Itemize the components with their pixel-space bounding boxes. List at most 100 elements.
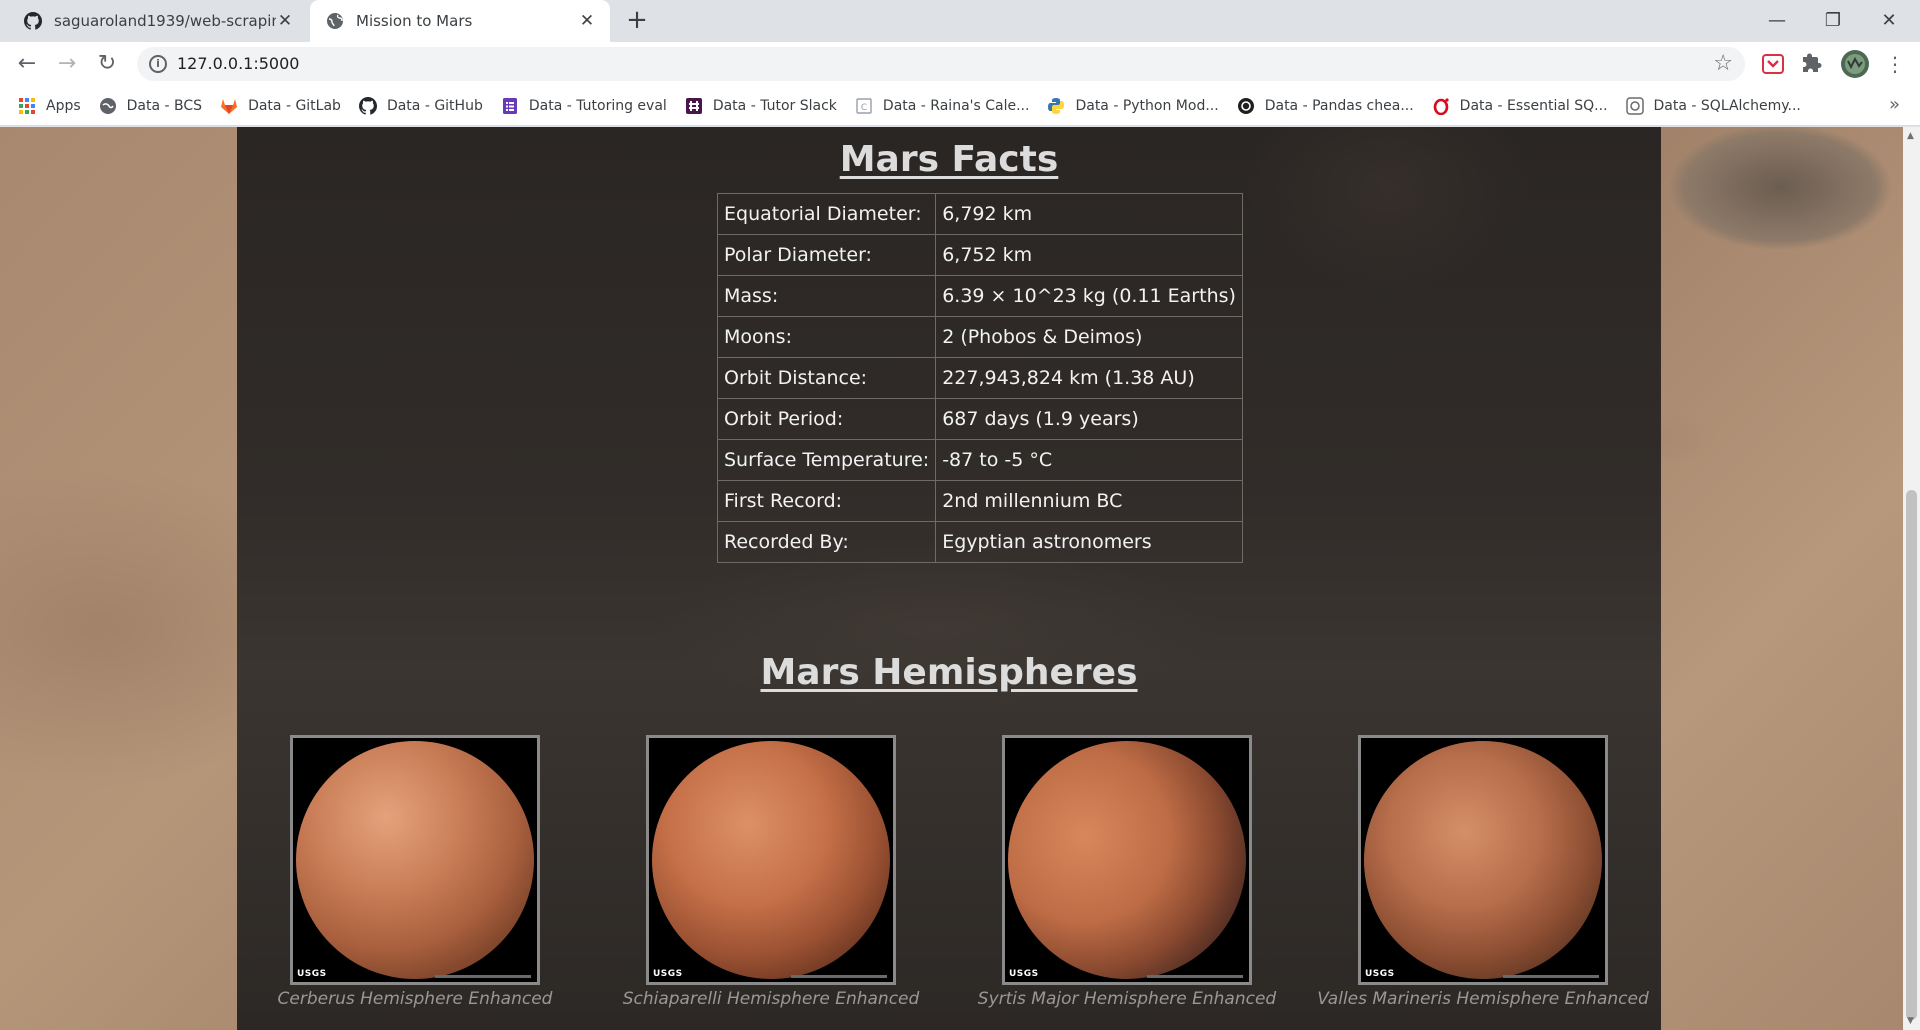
fact-value: 227,943,824 km (1.38 AU) <box>935 357 1243 399</box>
hemisphere-caption: Schiaparelli Hemisphere Enhanced <box>622 989 920 1009</box>
github-icon <box>24 12 42 30</box>
bookmark-sqlalchemy[interactable]: Data - SQLAlchemy... <box>1625 96 1801 115</box>
back-button[interactable]: ← <box>12 50 42 80</box>
bookmarks-bar: Apps Data - BCS Data - GitLab Data - Git… <box>0 86 1920 126</box>
bookmark-tutoring-eval[interactable]: Data - Tutoring eval <box>501 97 667 115</box>
bookmark-python-modules[interactable]: Data - Python Mod... <box>1047 97 1219 115</box>
python-icon <box>1048 97 1065 114</box>
fact-value: 6.39 × 10^23 kg (0.11 Earths) <box>935 275 1243 317</box>
bookmark-tutor-slack[interactable]: Data - Tutor Slack <box>685 97 837 115</box>
table-row: Recorded By: Egyptian astronomers <box>716 521 1243 563</box>
hemisphere-card-valles-marineris[interactable]: USGS Valles Marineris Hemisphere Enhance… <box>1317 735 1649 1009</box>
mars-facts-heading: Mars Facts <box>839 139 1059 180</box>
scroll-up-arrow-icon[interactable]: ▲ <box>1907 131 1914 141</box>
bookmark-label: Data - SQLAlchemy... <box>1653 97 1801 114</box>
hemisphere-card-cerberus[interactable]: USGS Cerberus Hemisphere Enhanced <box>278 735 552 1009</box>
mars-facts-table: Equatorial Diameter: 6,792 km Polar Diame… <box>716 193 1243 563</box>
restore-button[interactable]: ❐ <box>1813 6 1853 36</box>
bookmark-star-icon[interactable]: ☆ <box>1713 51 1733 76</box>
forward-button[interactable]: → <box>52 50 82 80</box>
address-bar[interactable]: i 127.0.0.1:5000 ☆ <box>137 47 1745 81</box>
new-tab-button[interactable]: + <box>622 6 652 36</box>
mars-globe-image <box>296 741 534 979</box>
table-row: Orbit Distance: 227,943,824 km (1.38 AU) <box>716 357 1243 399</box>
image-credit-line <box>1503 975 1599 978</box>
fact-label: Mass: <box>716 275 937 317</box>
extensions-puzzle-icon[interactable] <box>1800 51 1826 77</box>
table-row: Moons: 2 (Phobos & Deimos) <box>716 316 1243 358</box>
pandas-icon <box>1237 97 1254 114</box>
bookmark-label: Data - BCS <box>126 97 203 114</box>
table-row: Mass: 6.39 × 10^23 kg (0.11 Earths) <box>716 275 1243 317</box>
fact-value: Egyptian astronomers <box>935 521 1243 563</box>
bookmark-pandas-cheatsheet[interactable]: Data - Pandas chea... <box>1237 97 1414 115</box>
fact-label: Orbit Distance: <box>716 357 937 399</box>
fact-value: 6,792 km <box>935 193 1243 235</box>
hemisphere-image[interactable]: USGS <box>290 735 540 985</box>
usgs-logo: USGS <box>653 969 683 979</box>
hemisphere-image[interactable]: USGS <box>1002 735 1252 985</box>
fact-value: 6,752 km <box>935 234 1243 276</box>
page-viewport: Mars Facts Equatorial Diameter: 6,792 km … <box>0 127 1920 1030</box>
bookmark-gitlab[interactable]: Data - GitLab <box>220 97 341 115</box>
bookmark-label: Apps <box>46 97 81 114</box>
bookmark-label: Data - Raina's Cale... <box>882 97 1030 114</box>
reload-button[interactable]: ↻ <box>92 50 122 80</box>
bookmark-label: Data - GitHub <box>386 97 483 114</box>
github-icon <box>358 96 377 115</box>
site-info-icon[interactable]: i <box>149 55 167 73</box>
fact-value: -87 to -5 °C <box>935 439 1243 481</box>
tab-github-repo[interactable]: saguaroland1939/web-scraping- ✕ <box>8 0 308 42</box>
scrollbar-thumb[interactable] <box>1906 490 1917 1020</box>
content-panel: Mars Facts Equatorial Diameter: 6,792 km … <box>237 127 1661 1030</box>
fact-label: Recorded By: <box>716 521 937 563</box>
pocket-icon[interactable] <box>1760 51 1786 77</box>
svg-text:C: C <box>861 103 867 113</box>
address-url[interactable]: 127.0.0.1:5000 <box>177 54 299 73</box>
fact-label: Moons: <box>716 316 937 358</box>
window-close-button[interactable]: ✕ <box>1869 6 1909 36</box>
hemisphere-caption: Valles Marineris Hemisphere Enhanced <box>1317 989 1649 1009</box>
hemisphere-caption: Cerberus Hemisphere Enhanced <box>277 989 553 1009</box>
bookmark-label: Data - Essential SQ... <box>1459 97 1608 114</box>
minimize-button[interactable]: — <box>1757 6 1797 36</box>
scroll-down-arrow-icon[interactable]: ▼ <box>1907 1016 1914 1026</box>
table-row: Polar Diameter: 6,752 km <box>716 234 1243 276</box>
opera-icon <box>1433 97 1449 115</box>
page-scrollbar[interactable]: ▲ ▼ <box>1903 127 1920 1030</box>
avatar[interactable] <box>1840 49 1870 79</box>
browser-toolbar: ← → ↻ i 127.0.0.1:5000 ☆ ⋮ <box>0 42 1920 86</box>
tab-mission-to-mars[interactable]: Mission to Mars ✕ <box>310 0 610 42</box>
table-row: Orbit Period: 687 days (1.9 years) <box>716 398 1243 440</box>
fact-value: 2 (Phobos & Deimos) <box>935 316 1243 358</box>
mars-globe-image <box>652 741 890 979</box>
image-credit-line <box>435 975 531 978</box>
hemisphere-image[interactable]: USGS <box>646 735 896 985</box>
bookmark-label: Data - Python Mod... <box>1075 97 1219 114</box>
usgs-logo: USGS <box>1009 969 1039 979</box>
hemisphere-card-schiaparelli[interactable]: USGS Schiaparelli Hemisphere Enhanced <box>623 735 919 1009</box>
apps-grid-icon <box>19 97 35 114</box>
bookmark-essential-sql[interactable]: Data - Essential SQ... <box>1432 97 1608 115</box>
hemisphere-image[interactable]: USGS <box>1358 735 1608 985</box>
tab-close-icon[interactable]: ✕ <box>276 11 294 31</box>
browser-menu-icon[interactable]: ⋮ <box>1880 50 1910 80</box>
tab-close-icon[interactable]: ✕ <box>578 11 596 31</box>
tab-title: saguaroland1939/web-scraping- <box>54 12 276 30</box>
hemisphere-card-syrtis-major[interactable]: USGS Syrtis Major Hemisphere Enhanced <box>978 735 1276 1009</box>
table-row: Equatorial Diameter: 6,792 km <box>716 193 1243 235</box>
bookmark-label: Data - Tutor Slack <box>712 97 837 114</box>
bookmark-github[interactable]: Data - GitHub <box>358 96 483 115</box>
table-row: Surface Temperature: -87 to -5 °C <box>716 439 1243 481</box>
bookmark-bcs[interactable]: Data - BCS <box>99 97 202 115</box>
fact-label: First Record: <box>716 480 937 522</box>
bcs-icon <box>99 97 116 114</box>
mars-globe-image <box>1008 741 1246 979</box>
bookmarks-overflow-icon[interactable]: » <box>1889 94 1900 115</box>
usgs-logo: USGS <box>1365 969 1395 979</box>
bookmark-apps[interactable]: Apps <box>18 97 81 115</box>
calendar-icon: C <box>856 97 872 114</box>
bookmark-label: Data - Pandas chea... <box>1264 97 1414 114</box>
bookmark-label: Data - Tutoring eval <box>528 97 667 114</box>
bookmark-raina-calendar[interactable]: C Data - Raina's Cale... <box>855 97 1030 115</box>
